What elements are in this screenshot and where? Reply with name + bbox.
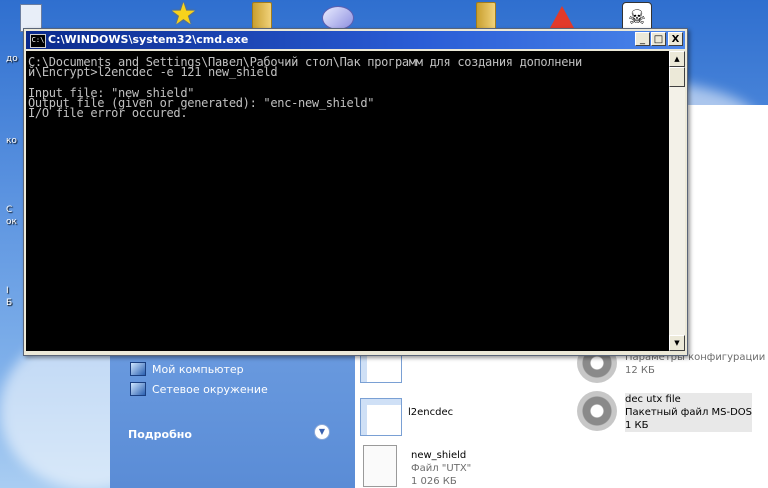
- link-label: Сетевое окружение: [152, 382, 268, 396]
- cmd-titlebar[interactable]: C:\ C:\WINDOWS\system32\cmd.exe _ □ X: [26, 31, 685, 49]
- minimize-button[interactable]: _: [635, 32, 650, 46]
- desktop-label-fragment: Б: [6, 298, 13, 308]
- file-icon: [363, 445, 397, 487]
- console-icon[interactable]: C:\: [30, 34, 46, 48]
- file-name: dec utx file: [625, 393, 753, 406]
- desktop-label-fragment: С: [6, 205, 13, 215]
- link-label: Мой компьютер: [152, 362, 244, 376]
- my-computer-icon: [130, 362, 146, 376]
- window-title: C:\WINDOWS\system32\cmd.exe: [48, 33, 249, 46]
- details-section-header[interactable]: Подробно: [128, 428, 192, 441]
- file-item-new-shield[interactable]: new_shield Файл "UTX" 1 026 КБ: [363, 445, 471, 488]
- document-icon: [360, 398, 402, 436]
- vertical-scrollbar[interactable]: ▲ ▼: [669, 51, 685, 351]
- file-size: 12 КБ: [625, 365, 655, 376]
- chevron-down-icon[interactable]: ▼: [314, 424, 330, 440]
- file-item-dec-utx[interactable]: dec utx file Пакетный файл MS-DOS 1 КБ: [577, 391, 753, 432]
- desktop-label-fragment: I: [6, 286, 9, 296]
- scroll-down-button[interactable]: ▼: [669, 335, 685, 351]
- console-output[interactable]: C:\Documents and Settings\Павел\Рабочий …: [26, 51, 669, 351]
- gear-icon: [577, 391, 617, 431]
- file-type: Файл "UTX": [411, 463, 472, 474]
- desktop-label-fragment: ок: [6, 217, 17, 227]
- file-name: l2encdec: [408, 407, 454, 418]
- file-size: 1 026 КБ: [411, 476, 457, 487]
- file-size: 1 КБ: [625, 419, 753, 432]
- file-name: new_shield: [411, 450, 467, 461]
- close-button[interactable]: X: [668, 32, 683, 46]
- link-my-computer[interactable]: Мой компьютер: [130, 361, 244, 377]
- desktop-label-fragment: до: [6, 54, 18, 64]
- file-type: Пакетный файл MS-DOS: [625, 406, 753, 419]
- maximize-button[interactable]: □: [651, 32, 666, 46]
- link-network[interactable]: Сетевое окружение: [130, 381, 268, 397]
- file-item-l2encdec[interactable]: l2encdec: [360, 398, 453, 438]
- network-icon: [130, 382, 146, 396]
- desktop-label-fragment: ко: [6, 136, 17, 146]
- scroll-thumb[interactable]: [669, 67, 685, 87]
- cmd-window[interactable]: C:\ C:\WINDOWS\system32\cmd.exe _ □ X C:…: [23, 28, 688, 356]
- scroll-up-button[interactable]: ▲: [669, 51, 685, 67]
- console-text: C:\Documents and Settings\Павел\Рабочий …: [28, 55, 582, 121]
